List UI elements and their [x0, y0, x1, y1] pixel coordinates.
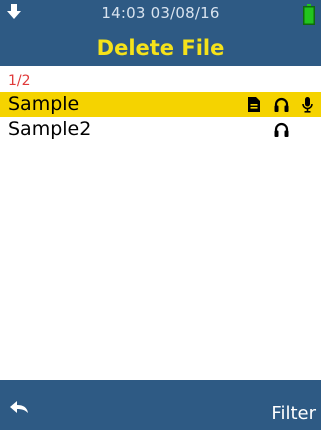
header-bar: 14:03 03/08/16 Delete File — [0, 0, 321, 66]
file-row-sample2[interactable]: Sample2 — [0, 117, 321, 142]
file-row-sample[interactable]: Sample — [0, 92, 321, 117]
microphone-icon — [302, 97, 313, 113]
headphones-icon — [274, 122, 289, 137]
status-time-date: 14:03 03/08/16 — [101, 4, 220, 22]
page-counter: 1/2 — [8, 73, 31, 89]
headphones-icon — [274, 97, 289, 112]
footer-bar: Filter — [0, 380, 321, 430]
filter-button[interactable]: Filter — [271, 403, 316, 425]
battery-icon — [303, 4, 315, 25]
back-arrow-icon[interactable] — [8, 399, 30, 415]
document-icon — [248, 97, 260, 112]
file-name: Sample — [8, 93, 80, 115]
page-title: Delete File — [96, 36, 225, 60]
file-name: Sample2 — [8, 118, 92, 140]
